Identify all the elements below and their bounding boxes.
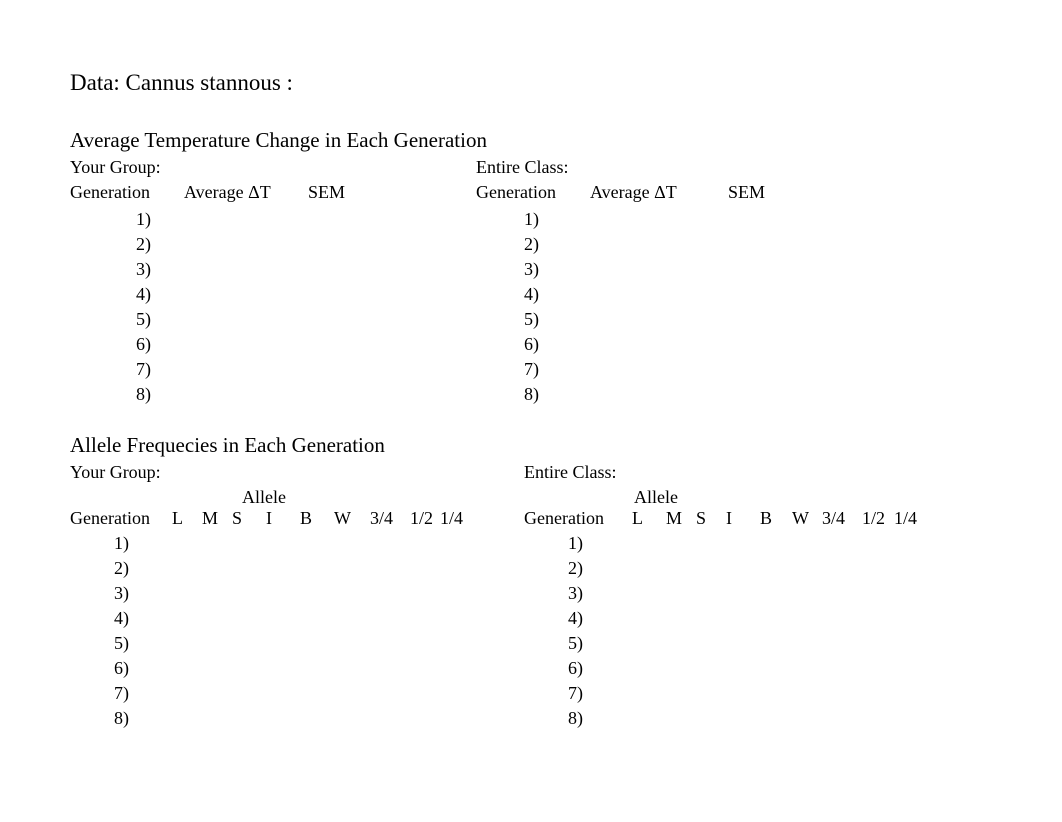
temp-entire-class: Entire Class: Generation Average ΔT SEM … [476,157,996,407]
allele-label: Allele [70,487,524,508]
col-avg-dt: Average ΔT [184,182,308,203]
allele-entire-class: Entire Class: Allele Generation L M S I … [524,462,1024,731]
entire-class-label: Entire Class: [524,462,1024,483]
col-avg-dt: Average ΔT [590,182,728,203]
col-three-quarter: 3/4 [370,508,410,529]
temp-gen-list-left: 1) 2) 3) 4) 5) 6) 7) 8) [70,207,476,407]
gen-item: 2) [70,556,524,581]
gen-item: 7) [70,357,476,382]
col-generation: Generation [70,182,184,203]
col-l: L [632,508,666,529]
gen-item: 4) [70,282,476,307]
gen-item: 5) [524,631,1024,656]
page-title: Data: Cannus stannous : [70,70,1062,96]
col-sem: SEM [308,182,408,203]
temp-your-group: Your Group: Generation Average ΔT SEM 1)… [70,157,476,407]
gen-item: 6) [476,332,996,357]
gen-item: 8) [476,382,996,407]
allele-section-title: Allele Frequecies in Each Generation [70,433,1062,458]
col-quarter: 1/4 [440,508,470,529]
temp-header-row-left: Generation Average ΔT SEM [70,182,476,203]
gen-item: 7) [70,681,524,706]
gen-item: 1) [70,207,476,232]
col-three-quarter: 3/4 [822,508,862,529]
col-m: M [666,508,696,529]
allele-label: Allele [524,487,1024,508]
temp-gen-list-right: 1) 2) 3) 4) 5) 6) 7) 8) [476,207,996,407]
col-half: 1/2 [862,508,894,529]
allele-your-group: Your Group: Allele Generation L M S I B … [70,462,524,731]
col-quarter: 1/4 [894,508,924,529]
gen-item: 5) [70,307,476,332]
temp-two-col: Your Group: Generation Average ΔT SEM 1)… [70,157,1062,407]
gen-item: 4) [524,606,1024,631]
col-generation: Generation [70,508,172,529]
gen-item: 2) [70,232,476,257]
gen-item: 7) [524,681,1024,706]
gen-item: 2) [476,232,996,257]
gen-item: 1) [70,531,524,556]
col-l: L [172,508,202,529]
col-generation: Generation [476,182,590,203]
col-i: I [266,508,300,529]
col-sem: SEM [728,182,828,203]
col-i: I [726,508,760,529]
col-m: M [202,508,232,529]
col-generation: Generation [524,508,632,529]
gen-item: 8) [70,382,476,407]
temp-section-title: Average Temperature Change in Each Gener… [70,128,1062,153]
gen-item: 3) [524,581,1024,606]
gen-item: 5) [476,307,996,332]
col-s: S [696,508,726,529]
col-half: 1/2 [410,508,440,529]
gen-item: 1) [476,207,996,232]
gen-item: 3) [476,257,996,282]
col-s: S [232,508,266,529]
col-w: W [792,508,822,529]
entire-class-label: Entire Class: [476,157,996,178]
gen-item: 6) [70,332,476,357]
col-b: B [300,508,334,529]
gen-item: 3) [70,257,476,282]
temp-header-row-right: Generation Average ΔT SEM [476,182,996,203]
col-w: W [334,508,370,529]
gen-item: 6) [524,656,1024,681]
gen-item: 6) [70,656,524,681]
your-group-label: Your Group: [70,462,524,483]
gen-item: 4) [70,606,524,631]
gen-item: 8) [524,706,1024,731]
gen-item: 2) [524,556,1024,581]
gen-item: 8) [70,706,524,731]
col-b: B [760,508,792,529]
allele-header-row-right: Generation L M S I B W 3/4 1/2 1/4 [524,508,1024,529]
allele-gen-list-right: 1) 2) 3) 4) 5) 6) 7) 8) [524,531,1024,731]
gen-item: 4) [476,282,996,307]
your-group-label: Your Group: [70,157,476,178]
gen-item: 7) [476,357,996,382]
allele-header-row-left: Generation L M S I B W 3/4 1/2 1/4 [70,508,524,529]
gen-item: 5) [70,631,524,656]
allele-gen-list-left: 1) 2) 3) 4) 5) 6) 7) 8) [70,531,524,731]
gen-item: 3) [70,581,524,606]
gen-item: 1) [524,531,1024,556]
allele-two-col: Your Group: Allele Generation L M S I B … [70,462,1062,731]
